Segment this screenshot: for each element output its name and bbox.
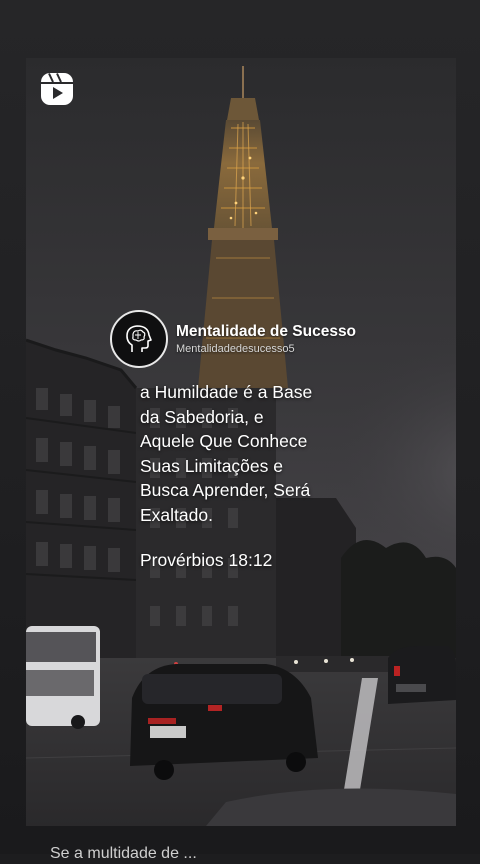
quote-line: Aquele Que Conhece: [140, 431, 308, 451]
reel-post-card[interactable]: Mentalidade de Sucesso Mentalidadedesuce…: [26, 58, 456, 826]
quote-line: a Humildade é a Base: [140, 382, 313, 402]
quote-text: a Humildade é a Base da Sabedoria, e Aqu…: [140, 380, 390, 527]
quote-line: Suas Limitações e: [140, 455, 283, 476]
quote-line: Exaltado.: [140, 504, 213, 525]
caption-text[interactable]: Se a multidade de ...: [50, 844, 197, 864]
bible-citation: Provérbios 18:12: [140, 550, 273, 570]
profile-name[interactable]: Mentalidade de Sucesso: [176, 323, 356, 341]
brain-head-icon: [126, 325, 152, 352]
profile-header[interactable]: Mentalidade de Sucesso Mentalidadedesuce…: [110, 310, 356, 368]
profile-handle[interactable]: Mentalidadedesucesso5: [176, 342, 356, 356]
bus: [26, 626, 100, 729]
quote-line: da Sabedoria, e: [140, 406, 264, 427]
car-right: [388, 646, 456, 704]
quote-line: Busca Aprender, Será: [140, 480, 311, 500]
avatar[interactable]: [110, 310, 168, 368]
story-screen: Mentalidade de Sucesso Mentalidadedesuce…: [0, 0, 480, 862]
reels-icon[interactable]: [40, 72, 74, 106]
